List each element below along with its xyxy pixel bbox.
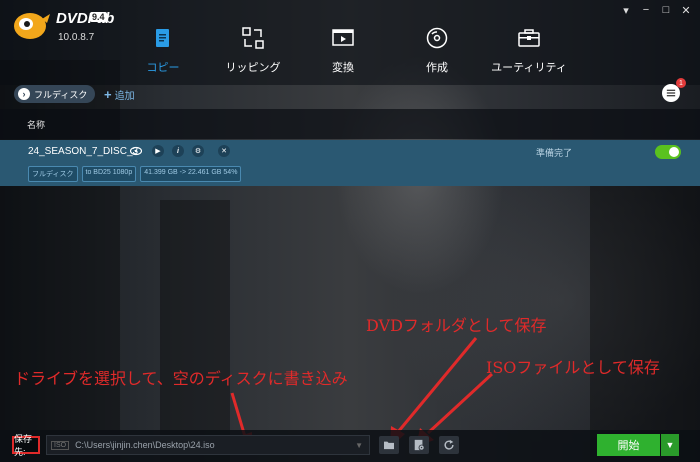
creator-icon [426,27,448,49]
save-as-iso-button[interactable] [409,436,429,454]
bluray-icon [130,145,142,157]
info-icon[interactable]: i [172,145,184,157]
name-column-header: 名称 [27,120,46,130]
top-bar: DVDFab 9.4 10.0.8.7 ▾ − □ ✕ コピー リッピング 変換… [0,0,700,85]
save-to-label: 保存先: [12,434,40,457]
background-building [590,160,700,462]
start-options-dropdown[interactable]: ▼ [661,434,679,456]
plus-icon: + [104,87,112,102]
disc-title: 24_SEASON_7_DISC_3 [28,146,139,157]
folder-icon [384,441,394,450]
arrow-right-icon: › [18,88,30,100]
tab-creator-label: 作成 [426,62,448,74]
annotation-iso-file: ISOファイルとして保存 [486,358,660,377]
output-profile-tag[interactable]: to BD25 1080p [81,166,137,182]
full-disc-mode-label: フルディスク [34,89,88,100]
tab-utility[interactable]: ユーティリティ [484,26,574,75]
tab-ripper-label: リッピング [225,62,281,74]
refresh-button[interactable] [439,436,459,454]
status-text: 準備完了 [536,148,573,158]
remove-icon[interactable]: ✕ [218,145,230,157]
tab-copy-label: コピー [146,62,180,74]
tab-converter-label: 変換 [332,62,354,74]
tab-utility-label: ユーティリティ [491,62,567,74]
play-icon[interactable]: ▶ [152,145,164,157]
save-as-folder-button[interactable] [379,436,399,454]
disc-info-tags: フルディスク to BD25 1080p 41.399 GB -> 22.461… [28,166,242,182]
ripper-icon [242,27,264,49]
add-source-button[interactable]: + 追加 [104,87,135,102]
tab-converter[interactable]: 変換 [298,26,388,75]
table-header: 名称 [0,109,700,139]
annotation-drive: ドライブを選択して、空のディスクに書き込み [14,369,348,388]
start-button[interactable]: 開始 [597,434,660,456]
maximize-icon[interactable]: □ [660,4,672,17]
disc-row[interactable]: 24_SEASON_7_DISC_3 ▶ i ⚙ ✕ 準備完了 フルディスク t… [0,140,700,186]
annotation-dvd-folder: DVDフォルダとして保存 [366,316,547,335]
dropdown-menu-icon[interactable]: ▾ [620,4,632,17]
dvdfab-logo-icon [14,13,50,39]
utility-icon [518,29,540,47]
full-disc-mode-button[interactable]: › フルディスク [14,85,96,103]
task-queue-button[interactable]: 1 [662,78,686,102]
task-count-badge: 1 [676,78,686,88]
enable-toggle[interactable] [655,145,681,159]
chevron-down-icon[interactable]: ▼ [355,441,363,450]
window-controls: ▾ − □ ✕ [620,4,692,17]
tab-copy[interactable]: コピー [118,26,208,75]
add-source-label: 追加 [114,91,135,102]
copy-icon [156,29,169,47]
tab-creator[interactable]: 作成 [392,26,482,75]
refresh-icon [444,439,454,450]
minimize-icon[interactable]: − [640,4,652,17]
close-icon[interactable]: ✕ [680,4,692,17]
mode-tag[interactable]: フルディスク [28,166,78,182]
converter-icon [332,29,354,46]
tab-ripper[interactable]: リッピング [208,26,298,75]
background-building [160,200,230,462]
app-major-version-badge: 9.4 [90,12,107,22]
iso-format-icon: ISO [51,440,70,450]
output-path-combobox[interactable]: ISO ▼ [46,435,370,455]
chevron-down-icon: ▼ [665,440,675,450]
size-tag: 41.399 GB -> 22.461 GB 54% [140,166,242,182]
output-path-input[interactable] [75,440,356,450]
app-version: 10.0.8.7 [58,32,95,43]
settings-icon[interactable]: ⚙ [192,145,204,157]
iso-file-icon [414,439,425,451]
list-icon [666,89,676,97]
